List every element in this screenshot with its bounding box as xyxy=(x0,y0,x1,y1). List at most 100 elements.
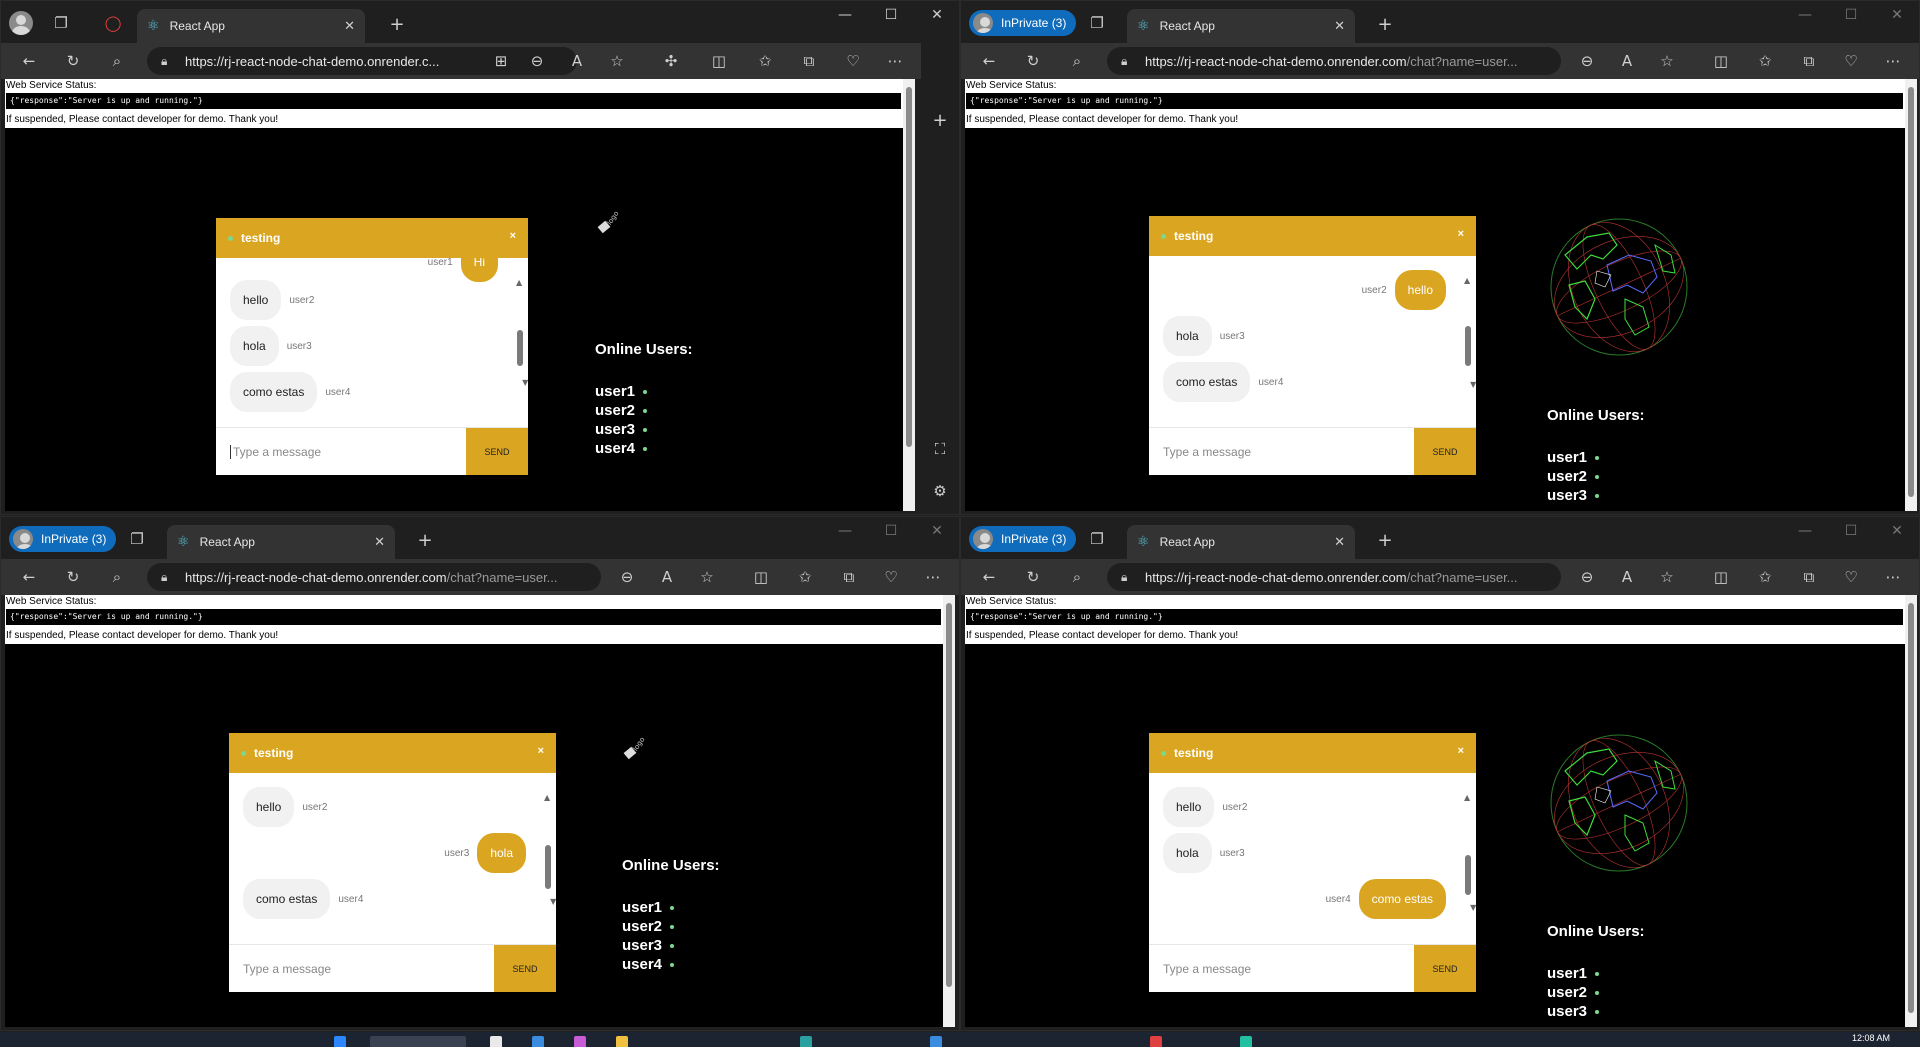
taskbar-clock[interactable]: 12:08 AM xyxy=(1852,1033,1890,1043)
close-chat-icon[interactable]: × xyxy=(1458,745,1464,757)
status-response[interactable]: {"response":"Server is up and running."} xyxy=(966,609,1903,625)
inprivate-badge[interactable]: InPrivate (3) xyxy=(969,10,1077,36)
close-window-button[interactable]: ✕ xyxy=(917,7,957,23)
taskbar-app-icon[interactable] xyxy=(490,1036,502,1047)
url-field[interactable]: 🔒︎ https://rj-react-node-chat-demo.onren… xyxy=(147,563,601,591)
close-window-button[interactable]: ✕ xyxy=(1877,523,1917,539)
profile-button[interactable] xyxy=(9,11,33,35)
status-response[interactable]: {"response":"Server is up and running."} xyxy=(6,93,901,109)
workspaces-icon[interactable]: ❐ xyxy=(1085,11,1109,35)
close-tab-icon[interactable]: ✕ xyxy=(344,19,355,34)
minimize-button[interactable]: — xyxy=(825,523,865,539)
page-scrollbar[interactable] xyxy=(903,79,915,511)
taskbar-app-icon[interactable] xyxy=(800,1036,812,1047)
send-button[interactable]: SEND xyxy=(1414,428,1476,475)
health-icon[interactable]: ♡ xyxy=(841,49,865,73)
page-scrollbar[interactable] xyxy=(1905,595,1917,1027)
minimize-button[interactable]: — xyxy=(1785,523,1825,539)
star-icon[interactable]: ☆ xyxy=(605,49,629,73)
new-tab-icon[interactable]: + xyxy=(1373,529,1397,553)
message-input[interactable]: Type a message xyxy=(1149,945,1414,992)
search-icon[interactable]: ⌕ xyxy=(1065,49,1089,73)
search-icon[interactable]: ⌕ xyxy=(105,565,129,589)
close-window-button[interactable]: ✕ xyxy=(917,523,957,539)
scroll-thumb[interactable] xyxy=(1908,87,1914,497)
tab-react-app[interactable]: ⚛ React App ✕ xyxy=(167,525,395,559)
page-scrollbar[interactable] xyxy=(1905,79,1917,511)
add-sidebar-icon[interactable]: + xyxy=(928,109,952,133)
new-tab-icon[interactable]: + xyxy=(385,13,409,37)
settings-gear-icon[interactable]: ⚙ xyxy=(928,479,952,503)
profile-button[interactable]: InPrivate (3) xyxy=(969,526,1077,552)
inprivate-badge[interactable]: InPrivate (3) xyxy=(9,526,117,552)
tab-react-app[interactable]: ⚛ React App ✕ xyxy=(137,9,365,43)
close-tab-icon[interactable]: ✕ xyxy=(1334,535,1345,550)
profile-button[interactable]: InPrivate (3) xyxy=(969,10,1077,36)
back-arrow-icon[interactable]: ← xyxy=(17,49,41,73)
message-list[interactable]: hello user2 user3 hola como estas user4 … xyxy=(229,773,556,944)
more-icon[interactable]: ⋯ xyxy=(1881,49,1905,73)
zoom-icon[interactable]: ⊖ xyxy=(615,565,639,589)
start-icon[interactable] xyxy=(334,1036,346,1047)
url-field[interactable]: 🔒︎ https://rj-react-node-chat-demo.onren… xyxy=(1107,563,1561,591)
maximize-button[interactable]: ☐ xyxy=(1831,7,1871,23)
lock-icon[interactable]: 🔒︎ xyxy=(161,54,185,69)
send-button[interactable]: SEND xyxy=(1414,945,1476,992)
message-input[interactable]: Type a message xyxy=(1149,428,1414,475)
star-icon[interactable]: ☆ xyxy=(1655,565,1679,589)
minimize-button[interactable]: — xyxy=(825,7,865,23)
more-icon[interactable]: ⋯ xyxy=(883,49,907,73)
workspaces-icon[interactable]: ❐ xyxy=(1085,527,1109,551)
message-scrollbar[interactable]: ▲ ▼ xyxy=(516,278,528,387)
collections-icon[interactable]: ⧉ xyxy=(797,49,821,73)
read-aloud-icon[interactable]: A xyxy=(655,565,679,589)
message-scrollbar[interactable]: ▲ ▼ xyxy=(1464,276,1476,389)
zoom-icon[interactable]: ⊖ xyxy=(1575,565,1599,589)
url-field[interactable]: 🔒︎ https://rj-react-node-chat-demo.onren… xyxy=(1107,47,1561,75)
zoom-icon[interactable]: ⊖ xyxy=(1575,49,1599,73)
maximize-button[interactable]: ☐ xyxy=(1831,523,1871,539)
read-aloud-icon[interactable]: A xyxy=(1615,565,1639,589)
taskbar-app-icon[interactable] xyxy=(532,1036,544,1047)
taskbar-app-icon[interactable] xyxy=(616,1036,628,1047)
status-response[interactable]: {"response":"Server is up and running."} xyxy=(966,93,1903,109)
collections-icon[interactable]: ⧉ xyxy=(837,565,861,589)
close-chat-icon[interactable]: × xyxy=(510,230,516,242)
close-window-button[interactable]: ✕ xyxy=(1877,7,1917,23)
inprivate-badge[interactable]: InPrivate (3) xyxy=(969,526,1077,552)
close-tab-icon[interactable]: ✕ xyxy=(1334,19,1345,34)
read-aloud-icon[interactable]: A xyxy=(565,49,589,73)
back-arrow-icon[interactable]: ← xyxy=(977,565,1001,589)
workspaces-icon[interactable]: ❐ xyxy=(49,11,73,35)
star-icon[interactable]: ☆ xyxy=(695,565,719,589)
search-taskbar[interactable] xyxy=(370,1036,466,1047)
message-list[interactable]: hello user2 hola user3 user4 como estas … xyxy=(1149,773,1476,944)
star-icon[interactable]: ☆ xyxy=(1655,49,1679,73)
new-tab-icon[interactable]: + xyxy=(413,529,437,553)
refresh-icon[interactable]: ↻ xyxy=(61,49,85,73)
health-icon[interactable]: ♡ xyxy=(1839,565,1863,589)
message-input[interactable]: Type a message xyxy=(216,428,466,475)
lock-icon[interactable]: 🔒︎ xyxy=(1121,54,1145,69)
back-arrow-icon[interactable]: ← xyxy=(17,565,41,589)
favorites-icon[interactable]: ✩ xyxy=(1753,565,1777,589)
scroll-thumb[interactable] xyxy=(906,87,912,447)
more-icon[interactable]: ⋯ xyxy=(1881,565,1905,589)
status-response[interactable]: {"response":"Server is up and running."} xyxy=(6,609,941,625)
message-scrollbar[interactable]: ▲ ▼ xyxy=(544,793,556,906)
scroll-thumb[interactable] xyxy=(1908,603,1914,1013)
minimize-button[interactable]: — xyxy=(1785,7,1825,23)
screenshot-icon[interactable]: ⛶ xyxy=(928,437,952,461)
message-list[interactable]: user1 Hi hello user2 hola user3 como est… xyxy=(216,258,528,427)
split-screen-icon[interactable]: ◫ xyxy=(749,565,773,589)
message-scrollbar[interactable]: ▲ ▼ xyxy=(1464,793,1476,912)
collections-icon[interactable]: ⧉ xyxy=(1797,565,1821,589)
search-icon[interactable]: ⌕ xyxy=(1065,565,1089,589)
favorites-icon[interactable]: ✩ xyxy=(1753,49,1777,73)
close-tab-icon[interactable]: ✕ xyxy=(374,535,385,550)
lock-icon[interactable]: 🔒︎ xyxy=(1121,570,1145,585)
favorites-icon[interactable]: ✩ xyxy=(793,565,817,589)
maximize-button[interactable]: ☐ xyxy=(871,7,911,23)
send-button[interactable]: SEND xyxy=(494,945,556,992)
opera-icon[interactable]: ◯ xyxy=(101,11,125,35)
